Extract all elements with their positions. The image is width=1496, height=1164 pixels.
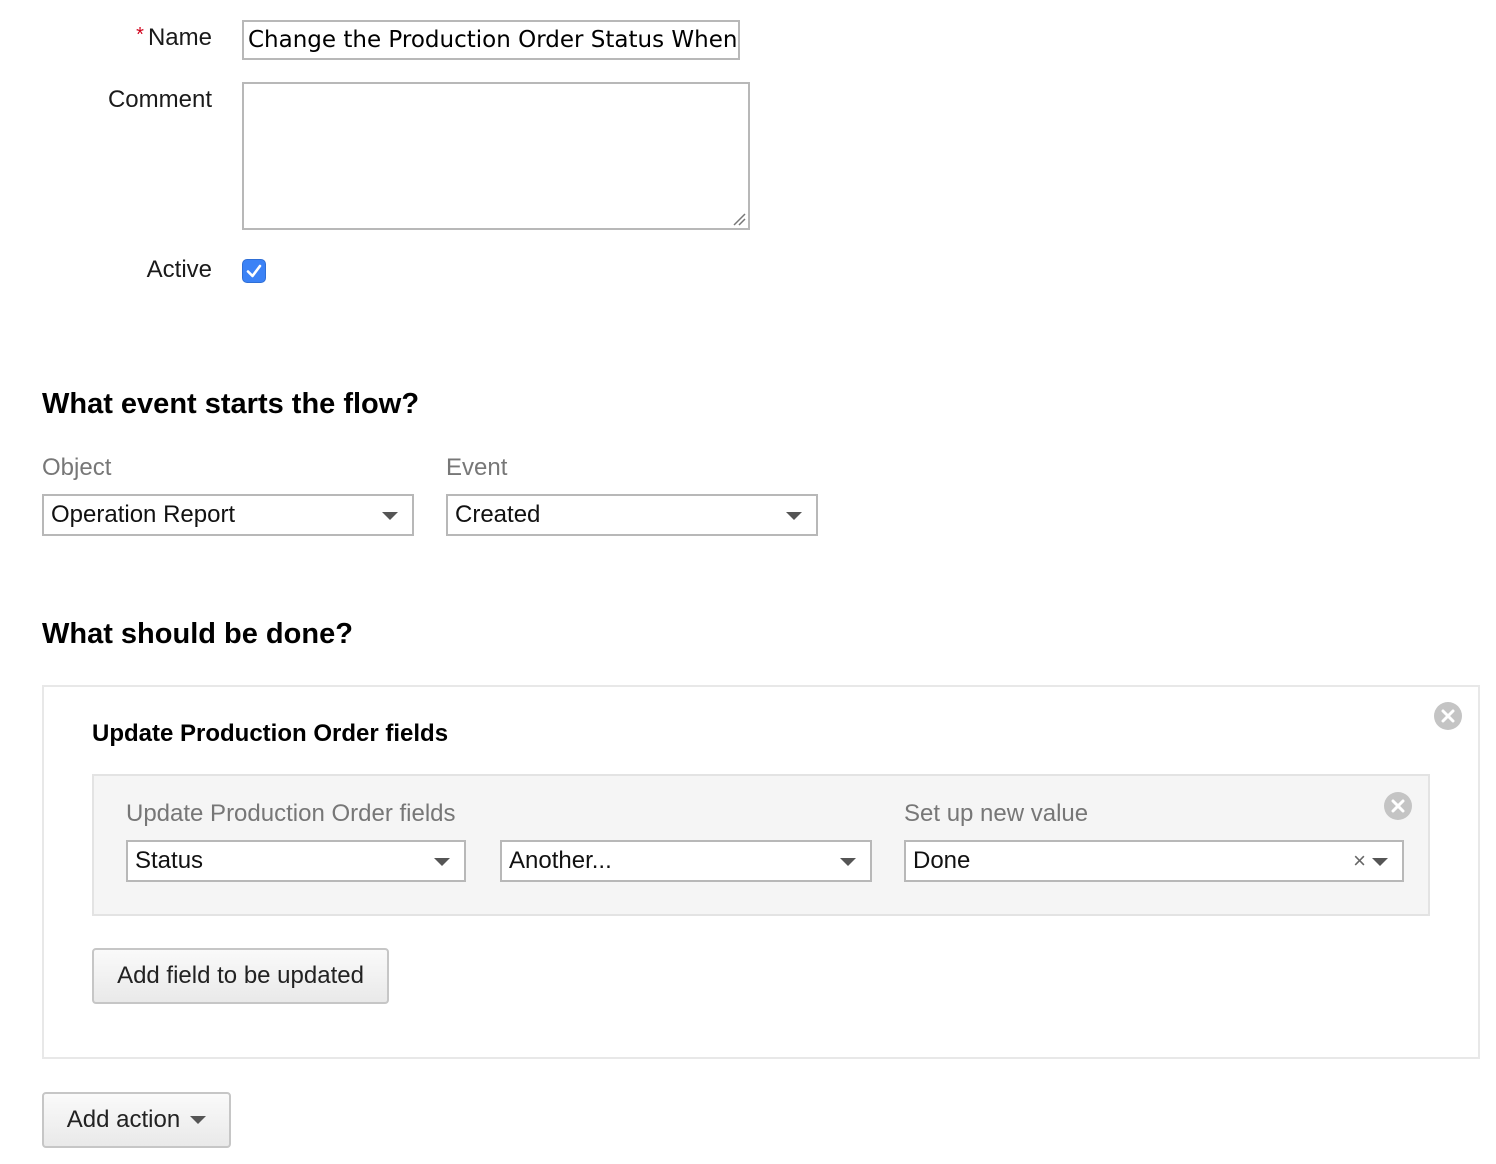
active-checkbox[interactable] (242, 259, 266, 283)
value-mode-select[interactable]: Another... (500, 840, 872, 882)
close-icon (1391, 799, 1405, 813)
name-label-text: Name (147, 24, 212, 51)
add-field-button[interactable]: Add field to be updated (92, 948, 389, 1004)
name-label: * Name (0, 24, 212, 52)
remove-action-button[interactable] (1434, 702, 1462, 730)
object-select[interactable]: Operation Report (42, 494, 414, 536)
action-title: Update Production Order fields (92, 720, 449, 747)
actions-heading: What should be done? (42, 618, 353, 650)
object-select-value: Operation Report (51, 501, 236, 528)
resize-grip-icon[interactable] (732, 212, 746, 226)
chevron-down-icon (840, 858, 856, 866)
chevron-down-icon (190, 1116, 207, 1124)
event-select-value: Created (455, 501, 541, 528)
comment-label: Comment (107, 86, 212, 113)
comment-textarea[interactable] (242, 82, 750, 230)
name-input[interactable]: Change the Production Order Status When … (242, 20, 740, 60)
active-label: Active (146, 256, 212, 283)
fields-label: Update Production Order fields (126, 800, 456, 827)
checkmark-icon (246, 264, 262, 278)
required-marker: * (136, 24, 144, 46)
chevron-down-icon (382, 512, 398, 520)
clear-icon[interactable]: × (1353, 842, 1366, 880)
value-mode-select-value: Another... (509, 847, 612, 874)
chevron-down-icon (1372, 858, 1388, 866)
event-select[interactable]: Created (446, 494, 818, 536)
new-value-label: Set up new value (904, 800, 1089, 827)
field-select-value: Status (135, 847, 204, 874)
chevron-down-icon (434, 858, 450, 866)
new-value-select[interactable]: Done × (904, 840, 1404, 882)
event-label: Event (446, 454, 508, 481)
chevron-down-icon (786, 512, 802, 520)
new-value-select-value: Done (913, 847, 971, 874)
close-icon (1441, 709, 1455, 723)
trigger-heading: What event starts the flow? (42, 388, 420, 420)
name-input-value: Change the Production Order Status When … (248, 27, 740, 53)
remove-field-button[interactable] (1384, 792, 1412, 820)
object-label: Object (42, 454, 112, 481)
field-select[interactable]: Status (126, 840, 466, 882)
add-action-label: Add action (66, 1106, 181, 1133)
add-action-button[interactable]: Add action (42, 1092, 231, 1148)
